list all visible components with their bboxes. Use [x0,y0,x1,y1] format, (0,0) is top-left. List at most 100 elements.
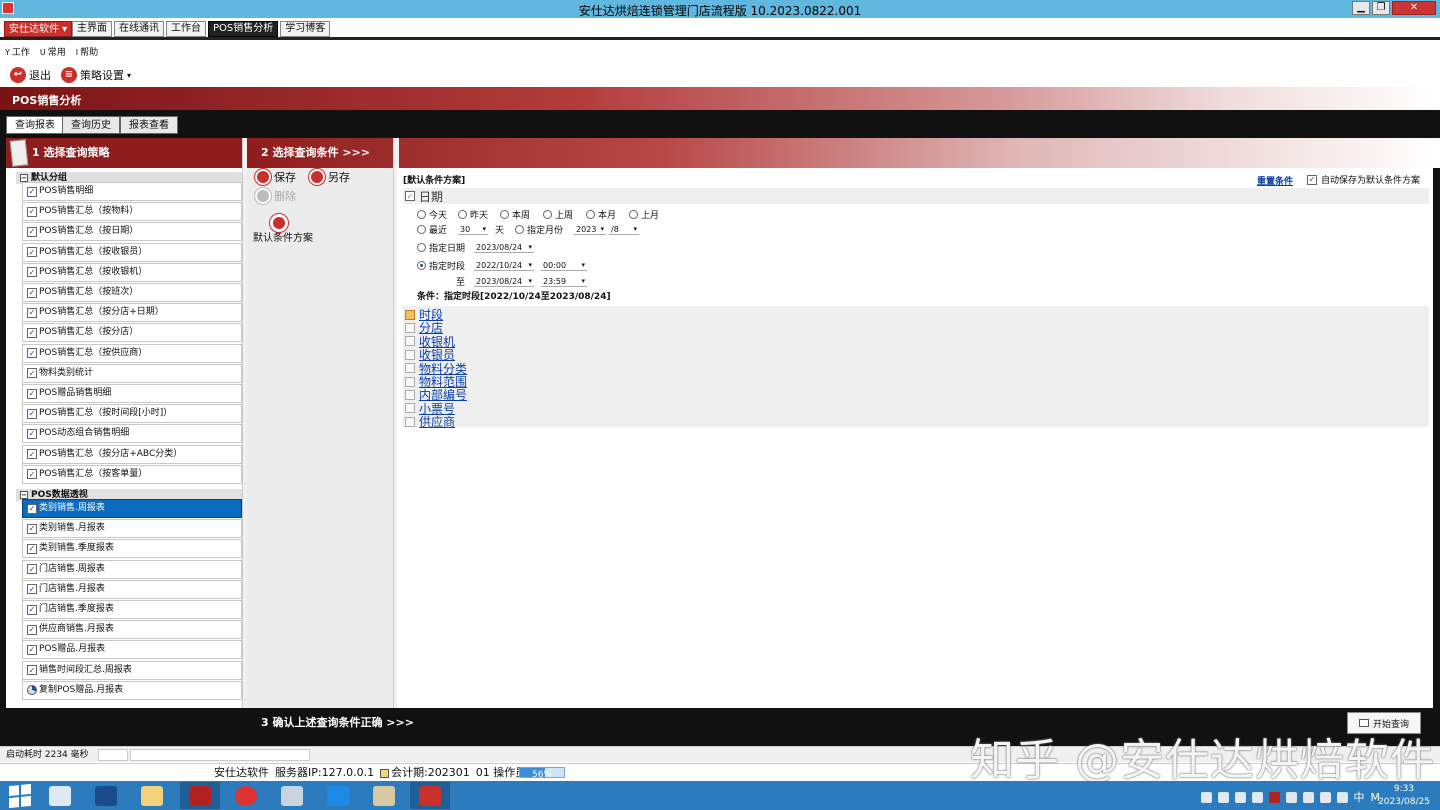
checkbox-icon[interactable] [405,363,415,374]
tab-report-view[interactable]: 报表查看 [120,116,178,134]
taskbar-app-browser[interactable] [226,782,266,809]
month-select[interactable]: /8 ▾ [609,225,640,235]
date-section-header[interactable]: ✓ 日期 [403,188,1429,204]
menu-help[interactable]: I 帮助 [76,45,98,61]
strategy-item[interactable]: ✓ 门店销售.月报表 [22,579,242,599]
tray-icon[interactable] [1302,791,1314,803]
module-tab-home[interactable]: 主界面 [72,21,112,37]
strategy-item[interactable]: ✓ POS销售汇总（按物料） [22,202,242,222]
checkbox-icon[interactable] [405,309,415,320]
strategy-item[interactable]: ✓ POS销售汇总（按收银员） [22,242,242,262]
checkbox-icon[interactable] [405,416,415,427]
radio-recent[interactable] [417,225,426,234]
quick-range-option[interactable]: 上月 [629,208,659,221]
checkbox-icon[interactable] [405,403,415,414]
strategy-item[interactable]: ✓ POS动态组合销售明细 [22,424,242,444]
filter-item[interactable]: 供应商 [405,413,455,430]
quick-range-option[interactable]: 本月 [586,208,616,221]
strategy-item[interactable]: ✓ 类别销售.季度报表 [22,539,242,559]
period-from-time[interactable]: 00:00 ▾ [541,261,588,271]
minimize-button[interactable]: ▁ [1352,1,1370,15]
strategy-item[interactable]: ✓ POS赠品.月报表 [22,640,242,660]
strategy-item[interactable]: ✓ 销售时间段汇总.周报表 [22,660,242,680]
restore-button[interactable]: ❐ [1372,1,1390,15]
quick-range-option[interactable]: 本周 [500,208,530,221]
module-tab-workbench[interactable]: 工作台 [166,21,206,37]
strategy-item[interactable]: ✓ 供应商销售.月报表 [22,620,242,640]
strategy-item[interactable]: ✓ POS销售汇总（按分店+日期） [22,303,242,323]
menu-work[interactable]: Y 工作 [5,45,30,61]
save-as-button[interactable]: 另存 [308,168,350,186]
tray-icon[interactable] [1285,791,1297,803]
strategy-item[interactable]: ✓ POS销售汇总（按班次） [22,283,242,302]
quick-range-option[interactable]: 昨天 [458,208,488,221]
module-tab-blog[interactable]: 学习博客 [280,21,331,37]
tray-icon[interactable] [1200,791,1212,803]
taskbar-app-files[interactable] [132,782,172,809]
strategy-item[interactable]: ✓ POS销售汇总（按日期） [22,222,242,242]
checkbox-icon[interactable] [405,349,415,360]
checkbox-icon[interactable] [405,389,415,400]
start-button[interactable] [0,782,40,809]
brand-menu-button[interactable]: 安仕达软件 ▾ [4,21,73,37]
exit-button[interactable]: ↩ 退出 [10,67,51,83]
radio-specific-date[interactable] [417,243,426,252]
tray-icon[interactable] [1234,791,1246,803]
period-to-time[interactable]: 23:59 ▾ [541,277,588,287]
checkbox-icon[interactable] [405,336,415,347]
default-plan-icon[interactable] [269,213,289,233]
quick-range-option[interactable]: 上周 [543,208,573,221]
taskbar-app-erp[interactable] [410,782,450,809]
filter-link[interactable]: 供应商 [419,413,455,430]
strategy-settings-button[interactable]: ≡ 策略设置 ▾ [61,67,131,83]
strategy-item[interactable]: ✓ POS销售汇总（按供应商） [22,343,242,363]
strategy-item[interactable]: 复制POS赠品.月报表 [22,680,242,700]
reset-conditions-link[interactable]: 重置条件 [1257,174,1293,187]
tab-query-history[interactable]: 查询历史 [62,116,120,134]
tab-query-report[interactable]: 查询报表 [6,116,64,134]
default-plan-label[interactable]: 默认条件方案 [253,234,313,244]
radio-period[interactable] [417,261,426,270]
network-icon[interactable] [1319,791,1331,803]
radio-button[interactable] [500,210,509,219]
radio-button[interactable] [629,210,638,219]
close-button[interactable]: ✕ [1392,1,1436,15]
radio-month[interactable] [515,225,525,234]
radio-button[interactable] [458,210,467,219]
menu-common[interactable]: U 常用 [40,45,66,61]
tray-icon[interactable] [1251,791,1263,803]
strategy-item[interactable]: ✓ 类别销售.周报表 [22,499,242,518]
strategy-item[interactable]: ✓ POS销售汇总（按分店） [22,323,242,343]
checkbox-icon[interactable] [405,376,415,387]
strategy-item[interactable]: ✓ 物料类别统计 [22,363,242,383]
month-year-select[interactable]: 2023 ▾ [574,225,607,235]
strategy-item[interactable]: ✓ POS销售汇总（按客单量） [22,464,242,484]
taskbar-app-powershell[interactable] [86,782,126,809]
quick-range-option[interactable]: 今天 [417,208,447,221]
save-button[interactable]: 保存 [254,168,296,186]
strategy-item[interactable]: ✓ POS销售明细 [22,182,242,201]
radio-button[interactable] [586,210,595,219]
module-tab-chat[interactable]: 在线通讯 [114,21,164,37]
tray-icon[interactable] [1217,791,1229,803]
strategy-item[interactable]: ✓ 门店销售.周报表 [22,559,242,579]
delete-button[interactable]: 删除 [254,187,296,205]
volume-icon[interactable] [1336,791,1348,803]
filezilla-tray-icon[interactable] [1268,791,1280,803]
strategy-item[interactable]: ✓ POS销售汇总（按收银机） [22,262,242,282]
checkbox-icon[interactable] [405,322,415,333]
taskbar-app-remote[interactable] [272,782,312,809]
radio-button[interactable] [417,210,426,219]
recent-days-select[interactable]: 30 ▾ [458,225,489,235]
strategy-item[interactable]: ✓ 类别销售.月报表 [22,519,242,539]
taskbar-app-tools[interactable] [364,782,404,809]
strategy-item[interactable]: ✓ POS销售汇总（按分店+ABC分类） [22,444,242,464]
strategy-item[interactable]: ✓ POS赠品销售明细 [22,384,242,403]
taskbar-app-explorer[interactable] [40,782,80,809]
strategy-item[interactable]: ✓ POS销售汇总（按时间段[小时]） [22,404,242,424]
module-tab-pos-analysis[interactable]: POS销售分析 [208,21,279,37]
specific-date-picker[interactable]: 2023/08/24 ▾ [474,243,535,253]
period-from-date[interactable]: 2022/10/24 ▾ [474,261,535,271]
radio-button[interactable] [543,210,552,219]
ime-indicator[interactable]: 中 [1354,789,1365,805]
